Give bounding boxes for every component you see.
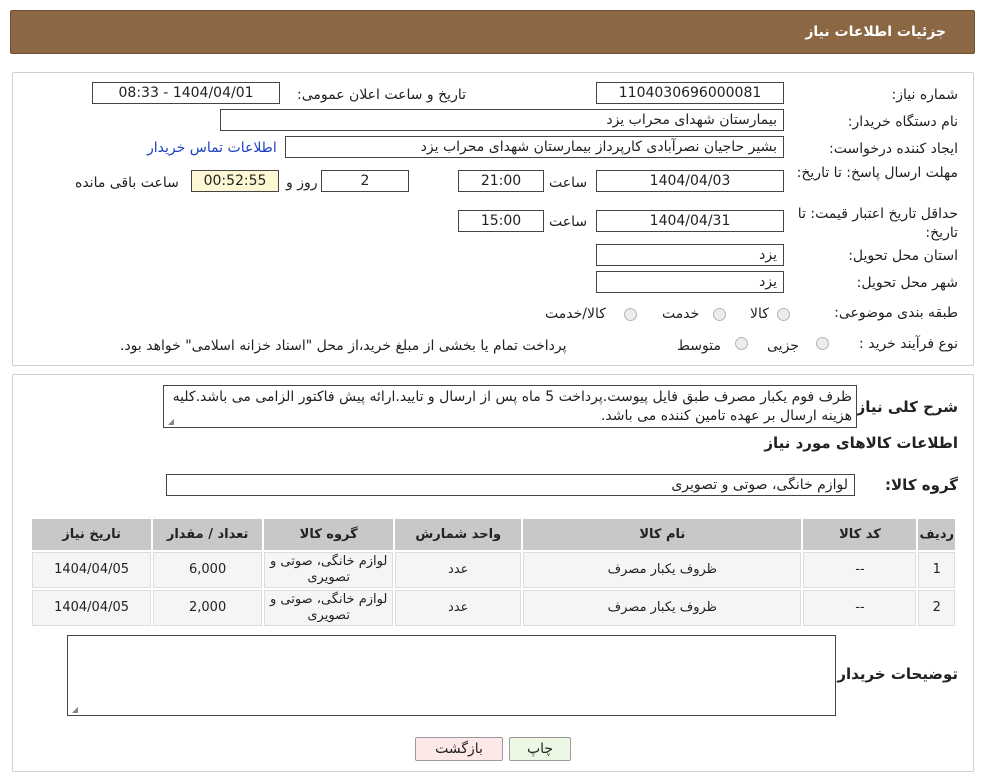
page-header: جزئیات اطلاعات نیاز: [10, 10, 975, 54]
purchase-radio-medium[interactable]: [735, 337, 748, 350]
col-code-header: کد کالا: [803, 519, 917, 550]
price-date-field: 1404/04/31: [596, 210, 784, 232]
table-row: 1 -- ظروف یکبار مصرف عدد لوازم خانگی، صو…: [32, 552, 955, 588]
category-radio-service[interactable]: [713, 308, 726, 321]
announce-label: تاریخ و ساعت اعلان عمومی:: [297, 87, 466, 103]
row-index: 2: [918, 590, 955, 626]
goods-group-label: گروه کالا:: [885, 476, 958, 494]
col-name-header: نام کالا: [523, 519, 802, 550]
item-code: --: [803, 590, 917, 626]
item-unit: عدد: [395, 590, 522, 626]
requester-field: بشیر حاجیان نصرآبادی کارپرداز بیمارستان …: [285, 136, 784, 158]
province-label: استان محل تحویل:: [848, 248, 958, 264]
description-field[interactable]: ظرف فوم یکبار مصرف طبق فایل پیوست.پرداخت…: [163, 385, 857, 428]
category-option-goods-service: کالا/خدمت: [545, 306, 606, 322]
purchase-option-medium: متوسط: [677, 338, 721, 354]
reply-time-label: ساعت: [549, 175, 588, 191]
item-need-date: 1404/04/05: [32, 552, 152, 588]
col-group-header: گروه کالا: [264, 519, 394, 550]
table-header-row: ردیف کد کالا نام کالا واحد شمارش گروه کا…: [32, 519, 955, 550]
item-need-date: 1404/04/05: [32, 590, 152, 626]
purchase-note: پرداخت تمام یا بخشی از مبلغ خرید،از محل …: [120, 338, 567, 354]
city-label: شهر محل تحویل:: [856, 275, 958, 291]
price-time-field: 15:00: [458, 210, 544, 232]
requester-label: ایجاد کننده درخواست:: [829, 141, 958, 157]
days-label: روز و: [286, 175, 318, 191]
col-unit-header: واحد شمارش: [395, 519, 522, 550]
row-index: 1: [918, 552, 955, 588]
category-label: طبقه بندی موضوعی:: [834, 305, 958, 321]
col-row-header: ردیف: [918, 519, 955, 550]
province-field: یزد: [596, 244, 784, 266]
purchase-type-label: نوع فرآیند خرید :: [859, 336, 958, 352]
item-group: لوازم خانگی، صوتی و تصویری: [264, 590, 394, 626]
goods-table: ردیف کد کالا نام کالا واحد شمارش گروه کا…: [30, 517, 957, 628]
resize-grip-icon[interactable]: ◢: [166, 418, 174, 426]
reply-deadline-label: مهلت ارسال پاسخ: تا تاریخ:: [796, 165, 958, 181]
buyer-org-field: بیمارستان شهدای محراب یزد: [220, 109, 784, 131]
item-group: لوازم خانگی، صوتی و تصویری: [264, 552, 394, 588]
resize-grip-icon[interactable]: ◢: [70, 706, 78, 714]
goods-group-field: لوازم خانگی، صوتی و تصویری: [166, 474, 855, 496]
days-remaining-field: 2: [321, 170, 409, 192]
price-time-label: ساعت: [549, 214, 588, 230]
page-title: جزئیات اطلاعات نیاز: [805, 24, 946, 40]
buyer-org-label: نام دستگاه خریدار:: [847, 114, 958, 130]
remaining-label: ساعت باقی مانده: [75, 175, 179, 191]
category-radio-goods[interactable]: [777, 308, 790, 321]
reply-date-field: 1404/04/03: [596, 170, 784, 192]
item-unit: عدد: [395, 552, 522, 588]
reply-time-field: 21:00: [458, 170, 544, 192]
col-date-header: تاریخ نیاز: [32, 519, 152, 550]
price-validity-label: حداقل تاریخ اعتبار قیمت: تا تاریخ:: [797, 206, 958, 241]
buyer-contact-link[interactable]: اطلاعات تماس خریدار: [147, 140, 277, 156]
item-code: --: [803, 552, 917, 588]
category-option-goods: کالا: [750, 306, 769, 322]
table-row: 2 -- ظروف یکبار مصرف عدد لوازم خانگی، صو…: [32, 590, 955, 626]
need-number-field: 1104030696000081: [596, 82, 784, 104]
need-number-label: شماره نیاز:: [891, 87, 959, 103]
purchase-option-minor: جزیی: [767, 338, 799, 354]
purchase-radio-minor[interactable]: [816, 337, 829, 350]
col-qty-header: تعداد / مقدار: [153, 519, 263, 550]
goods-info-title: اطلاعات کالاهای مورد نیاز: [764, 434, 958, 452]
print-button[interactable]: چاپ: [509, 737, 571, 761]
item-name: ظروف یکبار مصرف: [523, 590, 802, 626]
remaining-time-field: 00:52:55: [191, 170, 279, 192]
buyer-notes-field[interactable]: ◢: [67, 635, 836, 716]
item-name: ظروف یکبار مصرف: [523, 552, 802, 588]
category-option-service: خدمت: [662, 306, 700, 322]
description-label: شرح کلی نیاز:: [850, 398, 958, 416]
back-button[interactable]: بازگشت: [415, 737, 503, 761]
item-quantity: 2,000: [153, 590, 263, 626]
city-field: یزد: [596, 271, 784, 293]
announce-datetime-field: 1404/04/01 - 08:33: [92, 82, 280, 104]
category-radio-goods-service[interactable]: [624, 308, 637, 321]
buyer-notes-label: توضیحات خریدار:: [831, 665, 958, 683]
item-quantity: 6,000: [153, 552, 263, 588]
description-text: ظرف فوم یکبار مصرف طبق فایل پیوست.پرداخت…: [172, 389, 852, 424]
